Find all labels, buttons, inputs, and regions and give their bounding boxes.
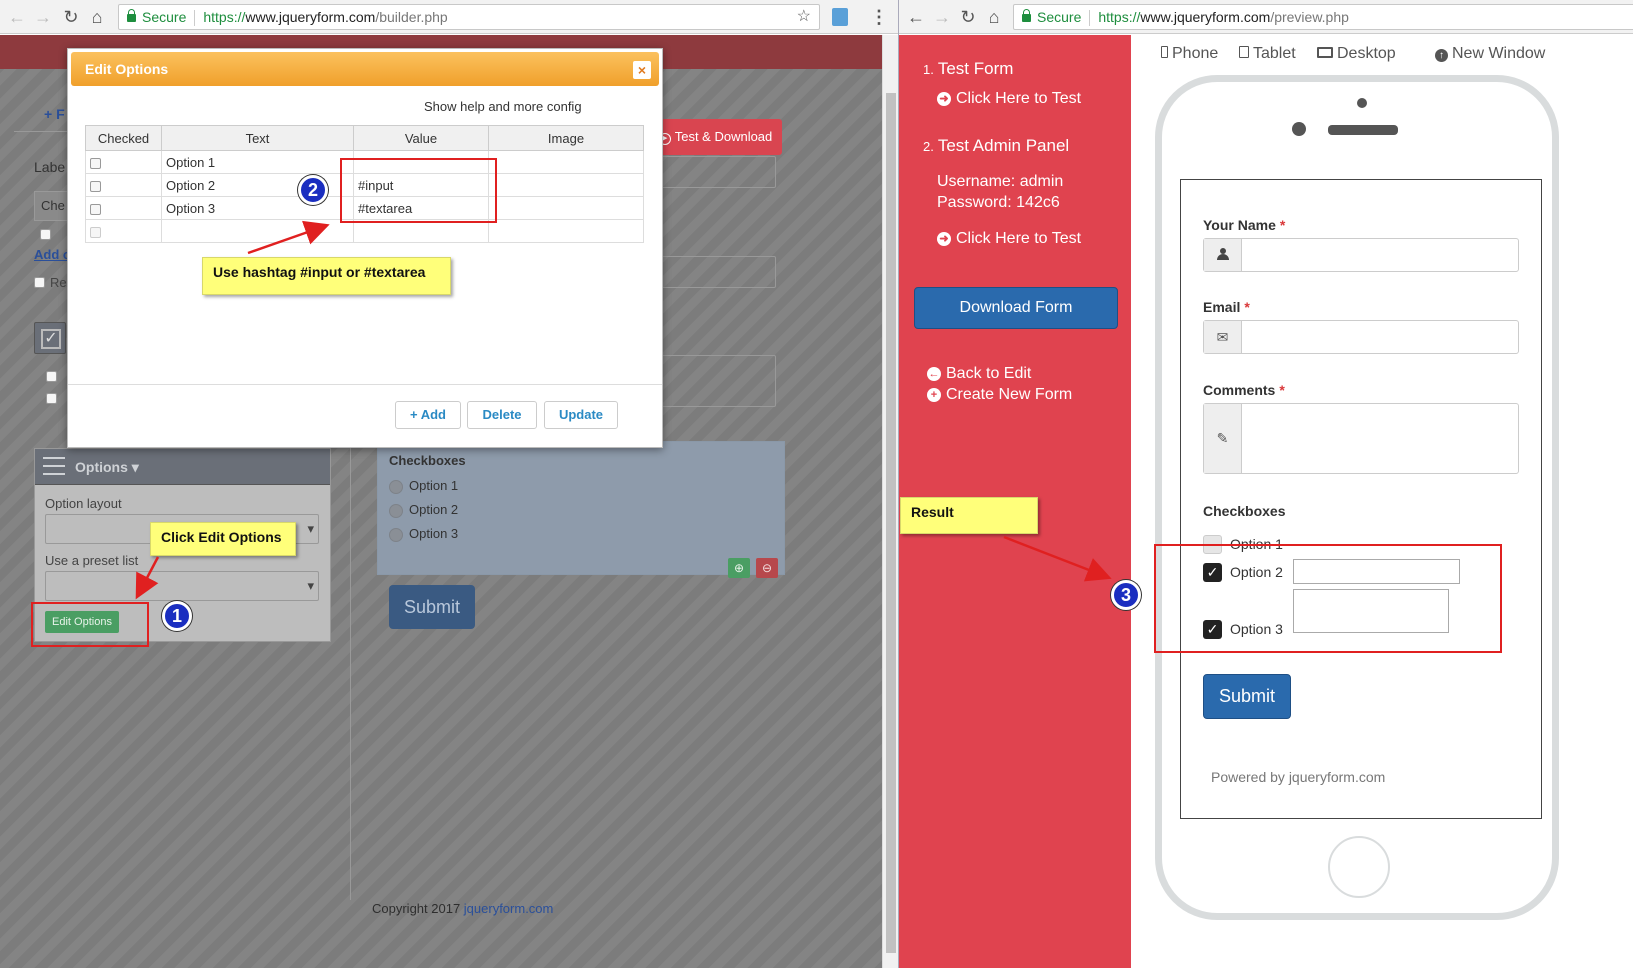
star-icon[interactable]: ☆ (797, 5, 811, 29)
arrow-to-value (247, 220, 330, 255)
annotation-arrows (135, 220, 330, 600)
lock-icon (127, 9, 136, 22)
url-domain: www.jqueryform.com (245, 9, 376, 25)
menu-icon[interactable]: ⋮ (868, 6, 890, 28)
secure-label: Secure (142, 9, 187, 25)
url-scheme: https:// (203, 9, 246, 25)
address-bar[interactable]: Secure https://www.jqueryform.com/builder… (118, 4, 820, 30)
builder-browser-window: ← → ↻ ⌂ Secure https://www.jqueryform.com… (0, 0, 898, 968)
home-icon[interactable]: ⌂ (86, 6, 108, 28)
url-path: /builder.php (375, 9, 448, 25)
back-icon[interactable]: ← (6, 6, 28, 28)
builder-scrollbar[interactable] (882, 35, 898, 968)
forward-icon[interactable]: → (32, 6, 54, 28)
reload-icon[interactable]: ↻ (60, 6, 82, 28)
annotation-arrows (1003, 535, 1112, 582)
arrow-to-result (1003, 535, 1112, 582)
browser-toolbar: ← → ↻ ⌂ Secure https://www.jqueryform.com… (0, 0, 898, 34)
extension-icon[interactable] (832, 8, 848, 26)
preview-browser-window: ← → ↻ ⌂ Secure https://www.jqueryform.com… (898, 0, 1633, 968)
scroll-thumb[interactable] (886, 93, 896, 953)
builder-page: + F Labe Che Add o Re ✓ ▶ Test & Download… (0, 35, 882, 968)
arrow-to-edit (135, 556, 160, 600)
